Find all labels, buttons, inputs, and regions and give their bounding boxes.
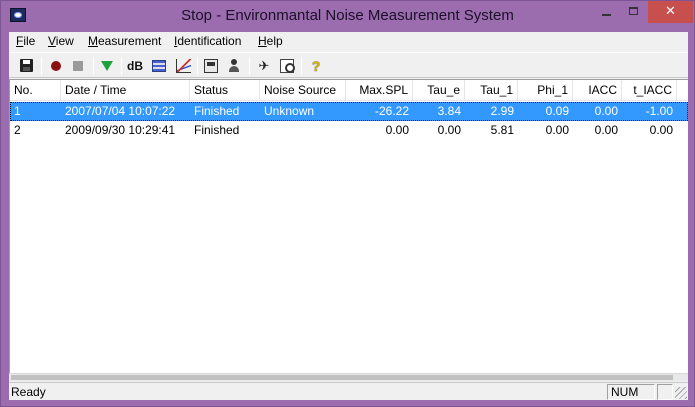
measurement-list[interactable]: No. Date / Time Status Noise Source Max.… [9, 79, 688, 373]
window-title: Stop - Environmantal Noise Measurement S… [181, 7, 514, 24]
maximize-icon [629, 7, 638, 15]
num-lock-indicator: NUM [607, 384, 655, 400]
cell-t-iacc: -1.00 [645, 104, 673, 118]
cell-noise-source [260, 121, 346, 140]
toolbar-separator [301, 57, 302, 75]
list-header: No. Date / Time Status Noise Source Max.… [10, 80, 688, 101]
toolbar-separator [41, 57, 42, 75]
menu-measurement[interactable]: Measurement [88, 34, 161, 48]
minimize-icon [602, 14, 611, 16]
cell-tau-1: 5.81 [490, 123, 514, 137]
app-window: Stop - Environmantal Noise Measurement S… [0, 0, 695, 407]
save-button[interactable] [16, 56, 36, 76]
scrollbar-thumb[interactable] [11, 375, 673, 380]
column-header-t-iacc[interactable]: t_IACC [622, 80, 677, 101]
column-header-maxspl[interactable]: Max.SPL [346, 80, 413, 101]
client-area: File View Measurement Identification Hel… [9, 32, 688, 400]
properties-icon [204, 59, 218, 73]
minimize-button[interactable] [593, 1, 620, 23]
identify-button[interactable] [224, 56, 244, 76]
cell-tau-e: 0.00 [437, 123, 461, 137]
cell-datetime: 2009/09/30 10:29:41 [65, 123, 176, 137]
column-header-tau-e[interactable]: Tau_e [413, 80, 465, 101]
toolbar-separator [121, 57, 122, 75]
help-button[interactable]: ? [306, 56, 326, 76]
table-row[interactable]: 2 2009/09/30 10:29:41 Finished 0.00 0.00… [10, 121, 688, 140]
column-header-noise-source[interactable]: Noise Source [260, 80, 346, 101]
toolbar-separator [249, 57, 250, 75]
toolbar-separator [93, 57, 94, 75]
column-header-phi-1[interactable]: Phi_1 [518, 80, 573, 101]
status-text: Ready [11, 385, 46, 399]
cell-datetime: 2007/07/04 10:07:22 [65, 104, 176, 118]
cell-iacc: 0.00 [594, 104, 618, 118]
cell-phi-1: 0.00 [545, 123, 569, 137]
graph-icon [176, 59, 191, 73]
column-header-no[interactable]: No. [10, 80, 61, 101]
find-icon [280, 59, 295, 73]
cell-noise-source: Unknown [264, 104, 315, 118]
properties-button[interactable] [201, 56, 221, 76]
toolbar: dB ✈ ? [9, 52, 688, 78]
menu-file[interactable]: File [16, 34, 35, 48]
column-header-tau-1[interactable]: Tau_1 [465, 80, 518, 101]
db-button[interactable]: dB [125, 56, 145, 76]
close-button[interactable]: ✕ [648, 1, 693, 23]
stop-icon [73, 61, 83, 71]
toolbar-separator [197, 57, 198, 75]
menu-bar: File View Measurement Identification Hel… [9, 32, 688, 52]
cell-status: Finished [194, 123, 240, 137]
find-button[interactable] [277, 56, 297, 76]
title-bar[interactable]: Stop - Environmantal Noise Measurement S… [1, 1, 694, 32]
menu-identification[interactable]: Identification [174, 34, 241, 48]
status-pane-empty [657, 384, 673, 400]
identify-icon [228, 59, 240, 73]
record-icon [51, 61, 61, 71]
cell-phi-1: 0.09 [545, 104, 569, 118]
filter-button[interactable] [97, 56, 117, 76]
cell-iacc: 0.00 [594, 123, 618, 137]
resize-grip[interactable] [675, 387, 687, 399]
help-icon: ? [311, 58, 321, 74]
cell-maxspl: -26.22 [374, 104, 409, 118]
menu-help[interactable]: Help [258, 34, 283, 48]
column-header-status[interactable]: Status [190, 80, 260, 101]
table-row[interactable]: 1 2007/07/04 10:07:22 Finished Unknown -… [10, 102, 688, 121]
column-header-datetime[interactable]: Date / Time [61, 80, 190, 101]
cell-tau-1: 2.99 [490, 104, 514, 118]
cell-maxspl: 0.00 [385, 123, 409, 137]
graph-button[interactable] [173, 56, 193, 76]
cell-t-iacc: 0.00 [649, 123, 673, 137]
close-icon: ✕ [665, 3, 676, 18]
level-bars-icon [152, 60, 166, 72]
cell-status: Finished [194, 104, 240, 118]
column-header-iacc[interactable]: IACC [573, 80, 622, 101]
status-bar: Ready NUM [9, 382, 688, 400]
level-bars-button[interactable] [149, 56, 169, 76]
horizontal-scrollbar[interactable] [9, 373, 688, 381]
aircraft-button[interactable]: ✈ [254, 56, 274, 76]
record-button[interactable] [46, 56, 66, 76]
cell-no: 2 [14, 123, 21, 137]
aircraft-icon: ✈ [258, 58, 270, 73]
save-icon [20, 59, 33, 72]
filter-icon [101, 61, 113, 71]
maximize-button[interactable] [620, 1, 647, 23]
menu-view[interactable]: View [48, 34, 74, 48]
cell-tau-e: 3.84 [437, 104, 461, 118]
cell-no: 1 [14, 104, 21, 118]
stop-button[interactable] [68, 56, 88, 76]
